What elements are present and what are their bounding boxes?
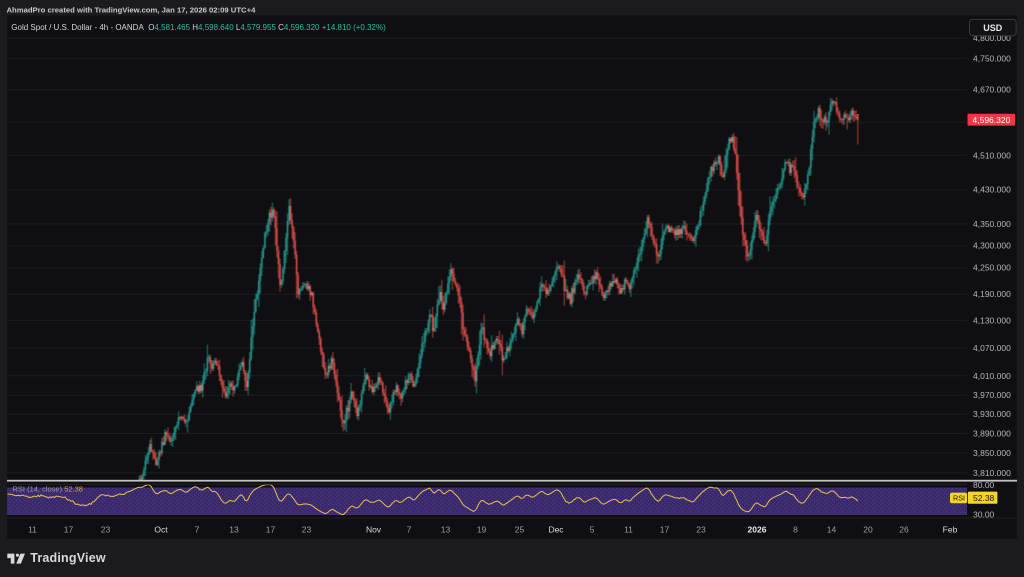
svg-text:3,970.000: 3,970.000: [973, 390, 1011, 400]
svg-text:23: 23: [696, 525, 706, 535]
svg-text:52.38: 52.38: [973, 493, 995, 503]
svg-text:2026: 2026: [748, 525, 767, 535]
svg-text:26: 26: [899, 525, 909, 535]
svg-text:4,010.000: 4,010.000: [973, 371, 1011, 381]
svg-text:RSI (14, close) 52.38: RSI (14, close) 52.38: [13, 484, 83, 493]
svg-text:11: 11: [624, 525, 633, 535]
svg-text:8: 8: [793, 525, 798, 535]
svg-text:13: 13: [229, 525, 239, 535]
svg-text:4,190.000: 4,190.000: [973, 289, 1011, 299]
svg-text:Gold Spot / U.S. Dollar - 4h -: Gold Spot / U.S. Dollar - 4h - OANDA O4,…: [11, 23, 386, 32]
svg-text:Dec: Dec: [548, 525, 564, 535]
svg-text:RSI: RSI: [953, 494, 965, 503]
svg-text:20: 20: [863, 525, 873, 535]
svg-text:17: 17: [266, 525, 276, 535]
svg-text:4,130.000: 4,130.000: [973, 315, 1011, 325]
svg-text:4,510.000: 4,510.000: [973, 150, 1011, 160]
svg-text:30.00: 30.00: [973, 510, 995, 520]
svg-text:23: 23: [302, 525, 312, 535]
svg-text:14: 14: [827, 525, 837, 535]
svg-text:4,070.000: 4,070.000: [973, 343, 1011, 353]
svg-text:7: 7: [195, 525, 200, 535]
svg-text:11: 11: [28, 525, 37, 535]
svg-text:4,350.000: 4,350.000: [973, 219, 1011, 229]
svg-text:4,750.000: 4,750.000: [973, 53, 1011, 63]
svg-text:7: 7: [407, 525, 412, 535]
svg-text:AhmadPro created with TradingV: AhmadPro created with TradingView.com, J…: [7, 6, 257, 15]
svg-text:3,810.000: 3,810.000: [973, 468, 1011, 478]
svg-text:4,430.000: 4,430.000: [973, 185, 1011, 195]
svg-text:4,596.320: 4,596.320: [973, 115, 1011, 125]
svg-text:Feb: Feb: [943, 525, 958, 535]
svg-text:USD: USD: [983, 23, 1003, 33]
svg-text:5: 5: [590, 525, 595, 535]
svg-text:4,300.000: 4,300.000: [973, 241, 1011, 251]
svg-text:19: 19: [477, 525, 487, 535]
svg-text:TradingView: TradingView: [30, 551, 106, 565]
svg-text:4,670.000: 4,670.000: [973, 85, 1011, 95]
svg-text:23: 23: [101, 525, 111, 535]
svg-text:Nov: Nov: [366, 525, 382, 535]
svg-text:17: 17: [660, 525, 670, 535]
svg-text:3,850.000: 3,850.000: [973, 448, 1011, 458]
svg-text:17: 17: [64, 525, 74, 535]
svg-text:4,250.000: 4,250.000: [973, 263, 1011, 273]
svg-text:13: 13: [441, 525, 451, 535]
svg-text:3,890.000: 3,890.000: [973, 429, 1011, 439]
svg-text:25: 25: [515, 525, 525, 535]
svg-text:3,930.000: 3,930.000: [973, 409, 1011, 419]
svg-text:80.00: 80.00: [973, 480, 995, 490]
svg-text:Oct: Oct: [154, 525, 168, 535]
